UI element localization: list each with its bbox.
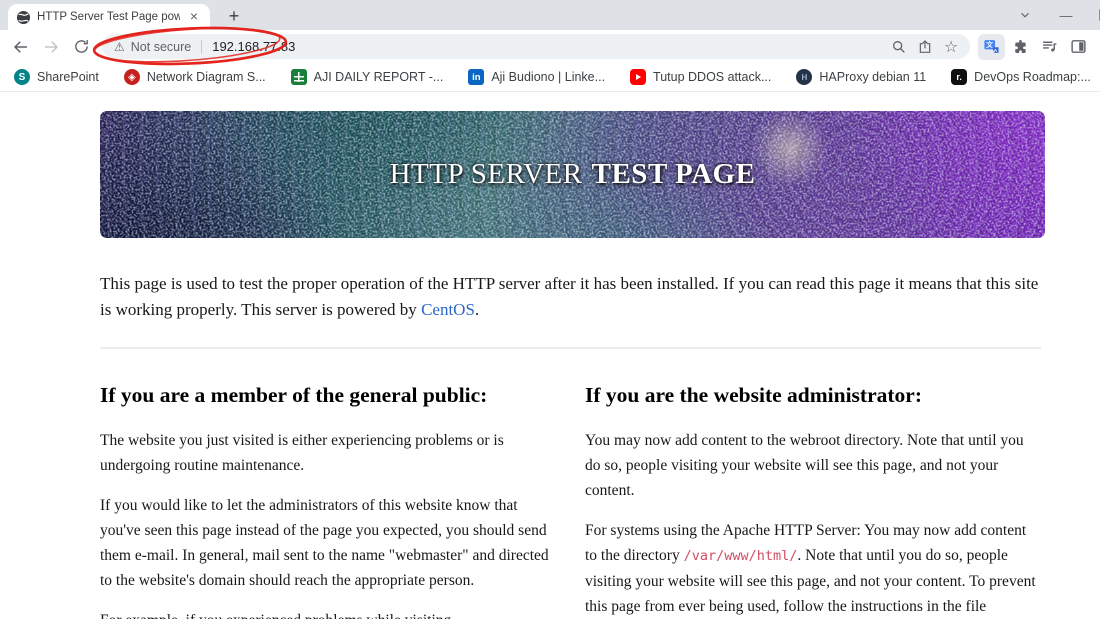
bookmark-sharepoint[interactable]: S SharePoint — [14, 69, 99, 85]
google-translate-icon[interactable]: 文A — [978, 33, 1005, 60]
tab-search-chevron-icon[interactable] — [1010, 3, 1040, 27]
bookmark-haproxy[interactable]: H HAProxy debian 11 — [796, 69, 926, 85]
admin-heading: If you are the website administrator: — [585, 383, 922, 407]
haproxy-icon: H — [796, 69, 813, 85]
sharepoint-icon: S — [14, 69, 30, 85]
test-page-banner: HTTP SERVER TEST PAGE — [100, 111, 1045, 238]
svg-text:A: A — [994, 48, 998, 54]
web-page-content: HTTP SERVER TEST PAGE This page is used … — [0, 93, 1100, 619]
media-controls-icon[interactable] — [1036, 34, 1063, 60]
not-secure-warning-icon: ⚠ — [114, 39, 125, 54]
divider — [100, 347, 1041, 349]
paragraph: For systems using the Apache HTTP Server… — [585, 518, 1042, 619]
extensions-puzzle-icon[interactable] — [1007, 34, 1034, 60]
bookmark-network-diagram[interactable]: ◈ Network Diagram S... — [123, 69, 266, 85]
back-icon[interactable] — [8, 34, 34, 60]
reload-icon[interactable] — [68, 34, 94, 60]
browser-tab[interactable]: HTTP Server Test Page powered × — [8, 4, 210, 30]
admin-column: If you are the website administrator: Yo… — [585, 383, 1042, 619]
browser-toolbar: ⚠ Not secure 192.168.77.83 ☆ 文A — [0, 30, 1100, 63]
public-column: If you are a member of the general publi… — [100, 383, 557, 619]
roadmap-icon: r. — [951, 69, 968, 85]
banner-title: HTTP SERVER TEST PAGE — [389, 158, 756, 190]
share-icon[interactable] — [912, 35, 938, 59]
public-heading: If you are a member of the general publi… — [100, 383, 488, 407]
paragraph: You may now add content to the webroot d… — [585, 432, 1024, 499]
bookmark-star-icon[interactable]: ☆ — [938, 35, 964, 59]
globe-favicon-icon — [16, 10, 31, 25]
new-tab-button[interactable]: + — [222, 6, 246, 28]
window-minimize-icon[interactable]: — — [1050, 3, 1082, 27]
bookmarks-bar: S SharePoint ◈ Network Diagram S... AJI … — [0, 63, 1100, 92]
intro-paragraph: This page is used to test the proper ope… — [100, 271, 1041, 323]
bookmark-daily-report[interactable]: AJI DAILY REPORT -... — [290, 69, 443, 85]
window-maximize-icon[interactable] — [1090, 3, 1100, 27]
toolbar-right-icons: 文A — [978, 33, 1092, 60]
linkedin-icon: in — [468, 69, 485, 85]
centos-link[interactable]: CentOS — [421, 300, 475, 319]
text-segment: /var/www/html/ — [683, 548, 798, 564]
search-icon[interactable] — [886, 35, 912, 59]
tab-title: HTTP Server Test Page powered — [37, 11, 180, 23]
network-diagram-icon: ◈ — [123, 69, 140, 85]
bookmark-youtube[interactable]: Tutup DDOS attack... — [630, 69, 771, 85]
address-bar[interactable]: ⚠ Not secure 192.168.77.83 ☆ — [102, 34, 970, 59]
url-text[interactable]: 192.168.77.83 — [212, 39, 886, 54]
tab-strip: HTTP Server Test Page powered × + — — [0, 0, 1100, 30]
security-label[interactable]: Not secure — [131, 40, 191, 54]
text-segment: This page is used to test the proper ope… — [100, 274, 1039, 319]
bookmark-devops-roadmap[interactable]: r. DevOps Roadmap:... — [951, 69, 1091, 85]
google-sheets-icon — [290, 69, 307, 85]
text-segment: . — [474, 300, 480, 319]
paragraph: For example, if you experienced problems… — [100, 608, 557, 619]
side-panel-icon[interactable] — [1065, 34, 1092, 60]
paragraph: If you would like to let the administrat… — [100, 497, 549, 589]
bookmark-linkedin[interactable]: in Aji Budiono | Linke... — [468, 69, 605, 85]
paragraph: The website you just visited is either e… — [100, 432, 504, 474]
forward-icon[interactable] — [38, 34, 64, 60]
youtube-icon — [630, 69, 647, 85]
tab-close-icon[interactable]: × — [186, 9, 202, 25]
omnibox-divider — [201, 39, 203, 54]
